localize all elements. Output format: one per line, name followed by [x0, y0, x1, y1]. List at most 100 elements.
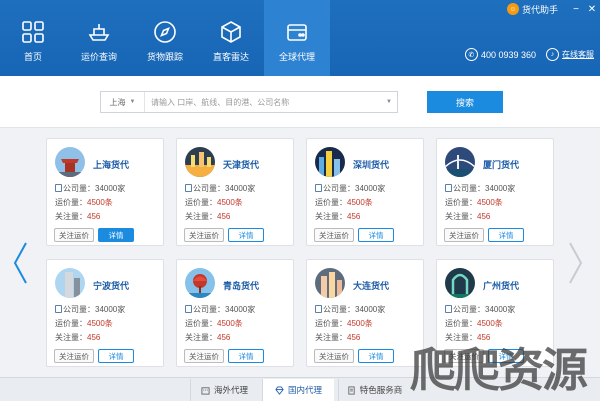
next-arrow[interactable]: [566, 238, 586, 288]
search-input[interactable]: [145, 92, 381, 112]
detail-button[interactable]: 详情: [98, 228, 134, 242]
follow-count: 关注量：456: [185, 211, 230, 222]
follow-label: 关注量：: [55, 333, 87, 342]
detail-button[interactable]: 详情: [228, 228, 264, 242]
nav-cargo-tracking[interactable]: 货物跟踪: [132, 0, 198, 76]
contact-area: ✆ 400 0939 360 ♪ 在线客服: [464, 48, 594, 61]
follow-label: 关注量：: [55, 212, 87, 221]
freight-count: 运价量：4500条: [315, 197, 373, 208]
freight-value: 4500条: [87, 198, 113, 207]
city-avatar: [315, 147, 345, 177]
brand-name: 货代助手: [521, 4, 558, 15]
follow-value: 456: [477, 212, 491, 221]
city-avatar: [55, 268, 85, 298]
follow-label: 关注量：: [185, 333, 217, 342]
nav-label: 首页: [23, 52, 42, 62]
detail-button[interactable]: 详情: [228, 349, 264, 363]
nav-freight-query[interactable]: 运价查询: [66, 0, 132, 76]
doc-icon: [315, 305, 322, 313]
freight-value: 4500条: [217, 198, 243, 207]
minimize-button[interactable]: −: [568, 1, 584, 17]
follow-value: 456: [87, 212, 101, 221]
agent-name: 大连货代: [353, 281, 390, 291]
agent-card: 天津货代 公司量：34000家 运价量：4500条 关注量：456 关注运价 详…: [176, 138, 294, 246]
company-count: 公司量：34000家: [315, 183, 385, 194]
follow-freight-button[interactable]: 关注运价: [314, 228, 354, 242]
nav-global-agent[interactable]: 全球代理: [264, 0, 330, 76]
tab-label: 国内代理: [287, 385, 322, 395]
agent-name: 广州货代: [483, 281, 520, 291]
company-text: 公司量：34000家: [193, 184, 256, 193]
doc-icon: [185, 184, 192, 192]
agent-name: 厦门货代: [483, 160, 520, 170]
freight-count: 运价量：4500条: [185, 197, 243, 208]
company-count: 公司量：34000家: [55, 183, 125, 194]
caret-down-icon: ▼: [129, 99, 136, 105]
follow-value: 456: [217, 333, 231, 342]
detail-button[interactable]: 详情: [488, 228, 524, 242]
prev-arrow[interactable]: [10, 238, 30, 288]
dropdown-caret-icon[interactable]: ▼: [381, 99, 397, 105]
city-avatar: [185, 268, 215, 298]
detail-button[interactable]: 详情: [358, 228, 394, 242]
freight-count: 运价量：4500条: [445, 197, 503, 208]
nav-client-radar[interactable]: 直客雷达: [198, 0, 264, 76]
follow-count: 关注量：456: [55, 332, 100, 343]
search-button[interactable]: 搜索: [427, 91, 503, 113]
building-icon: [201, 386, 210, 395]
follow-freight-button[interactable]: 关注运价: [54, 228, 94, 242]
freight-label: 运价量：: [185, 198, 217, 207]
top-bar: 首页 运价查询 货物跟踪 直客雷达 全球代理 ☺ 货代助手 − ✕ ✆ 400 …: [0, 0, 600, 76]
tab-domestic-agent[interactable]: 国内代理: [262, 379, 334, 401]
freight-value: 4500条: [87, 319, 113, 328]
ship-icon: [88, 24, 110, 41]
follow-count: 关注量：456: [315, 211, 360, 222]
company-count: 公司量：34000家: [445, 304, 515, 315]
freight-count: 运价量：4500条: [185, 318, 243, 329]
company-count: 公司量：34000家: [185, 183, 255, 194]
company-text: 公司量：34000家: [323, 184, 386, 193]
company-text: 公司量：34000家: [63, 184, 126, 193]
agent-name: 宁波货代: [93, 281, 130, 291]
online-service-link[interactable]: 在线客服: [562, 49, 594, 60]
service-icon: ♪: [546, 48, 559, 61]
close-button[interactable]: ✕: [584, 1, 600, 17]
search-bar: 上海 ▼ ▼ 搜索: [0, 76, 600, 128]
follow-freight-button[interactable]: 关注运价: [314, 349, 354, 363]
detail-button[interactable]: 详情: [358, 349, 394, 363]
nav-home[interactable]: 首页: [0, 0, 66, 76]
tab-special-service[interactable]: 特色服务商: [338, 379, 410, 401]
agent-card: 大连货代 公司量：34000家 运价量：4500条 关注量：456 关注运价 详…: [306, 259, 424, 367]
phone-icon: ✆: [464, 48, 478, 61]
freight-count: 运价量：4500条: [55, 197, 113, 208]
doc-icon: [55, 184, 62, 192]
tab-label: 特色服务商: [359, 385, 403, 395]
city-select[interactable]: 上海 ▼: [101, 92, 145, 112]
package-icon: [221, 21, 241, 43]
tab-overseas-agent[interactable]: 海外代理: [190, 379, 258, 401]
doc-icon: [348, 385, 355, 395]
follow-value: 456: [347, 212, 361, 221]
detail-button[interactable]: 详情: [98, 349, 134, 363]
freight-value: 4500条: [477, 319, 503, 328]
follow-value: 456: [87, 333, 101, 342]
doc-icon: [445, 184, 452, 192]
follow-count: 关注量：456: [55, 211, 100, 222]
title-area: ☺ 货代助手 − ✕: [506, 0, 600, 18]
freight-count: 运价量：4500条: [315, 318, 373, 329]
follow-freight-button[interactable]: 关注运价: [54, 349, 94, 363]
follow-freight-button[interactable]: 关注运价: [444, 228, 484, 242]
follow-count: 关注量：456: [315, 332, 360, 343]
agent-name: 青岛货代: [223, 281, 260, 291]
follow-freight-button[interactable]: 关注运价: [184, 349, 224, 363]
follow-freight-button[interactable]: 关注运价: [184, 228, 224, 242]
company-count: 公司量：34000家: [55, 304, 125, 315]
freight-count: 运价量：4500条: [445, 318, 503, 329]
nav-label: 货物跟踪: [146, 52, 183, 62]
freight-value: 4500条: [217, 319, 243, 328]
company-text: 公司量：34000家: [453, 184, 516, 193]
company-text: 公司量：34000家: [323, 305, 386, 314]
freight-value: 4500条: [347, 198, 373, 207]
main-nav: 首页 运价查询 货物跟踪 直客雷达 全球代理: [0, 0, 330, 76]
doc-icon: [55, 305, 62, 313]
